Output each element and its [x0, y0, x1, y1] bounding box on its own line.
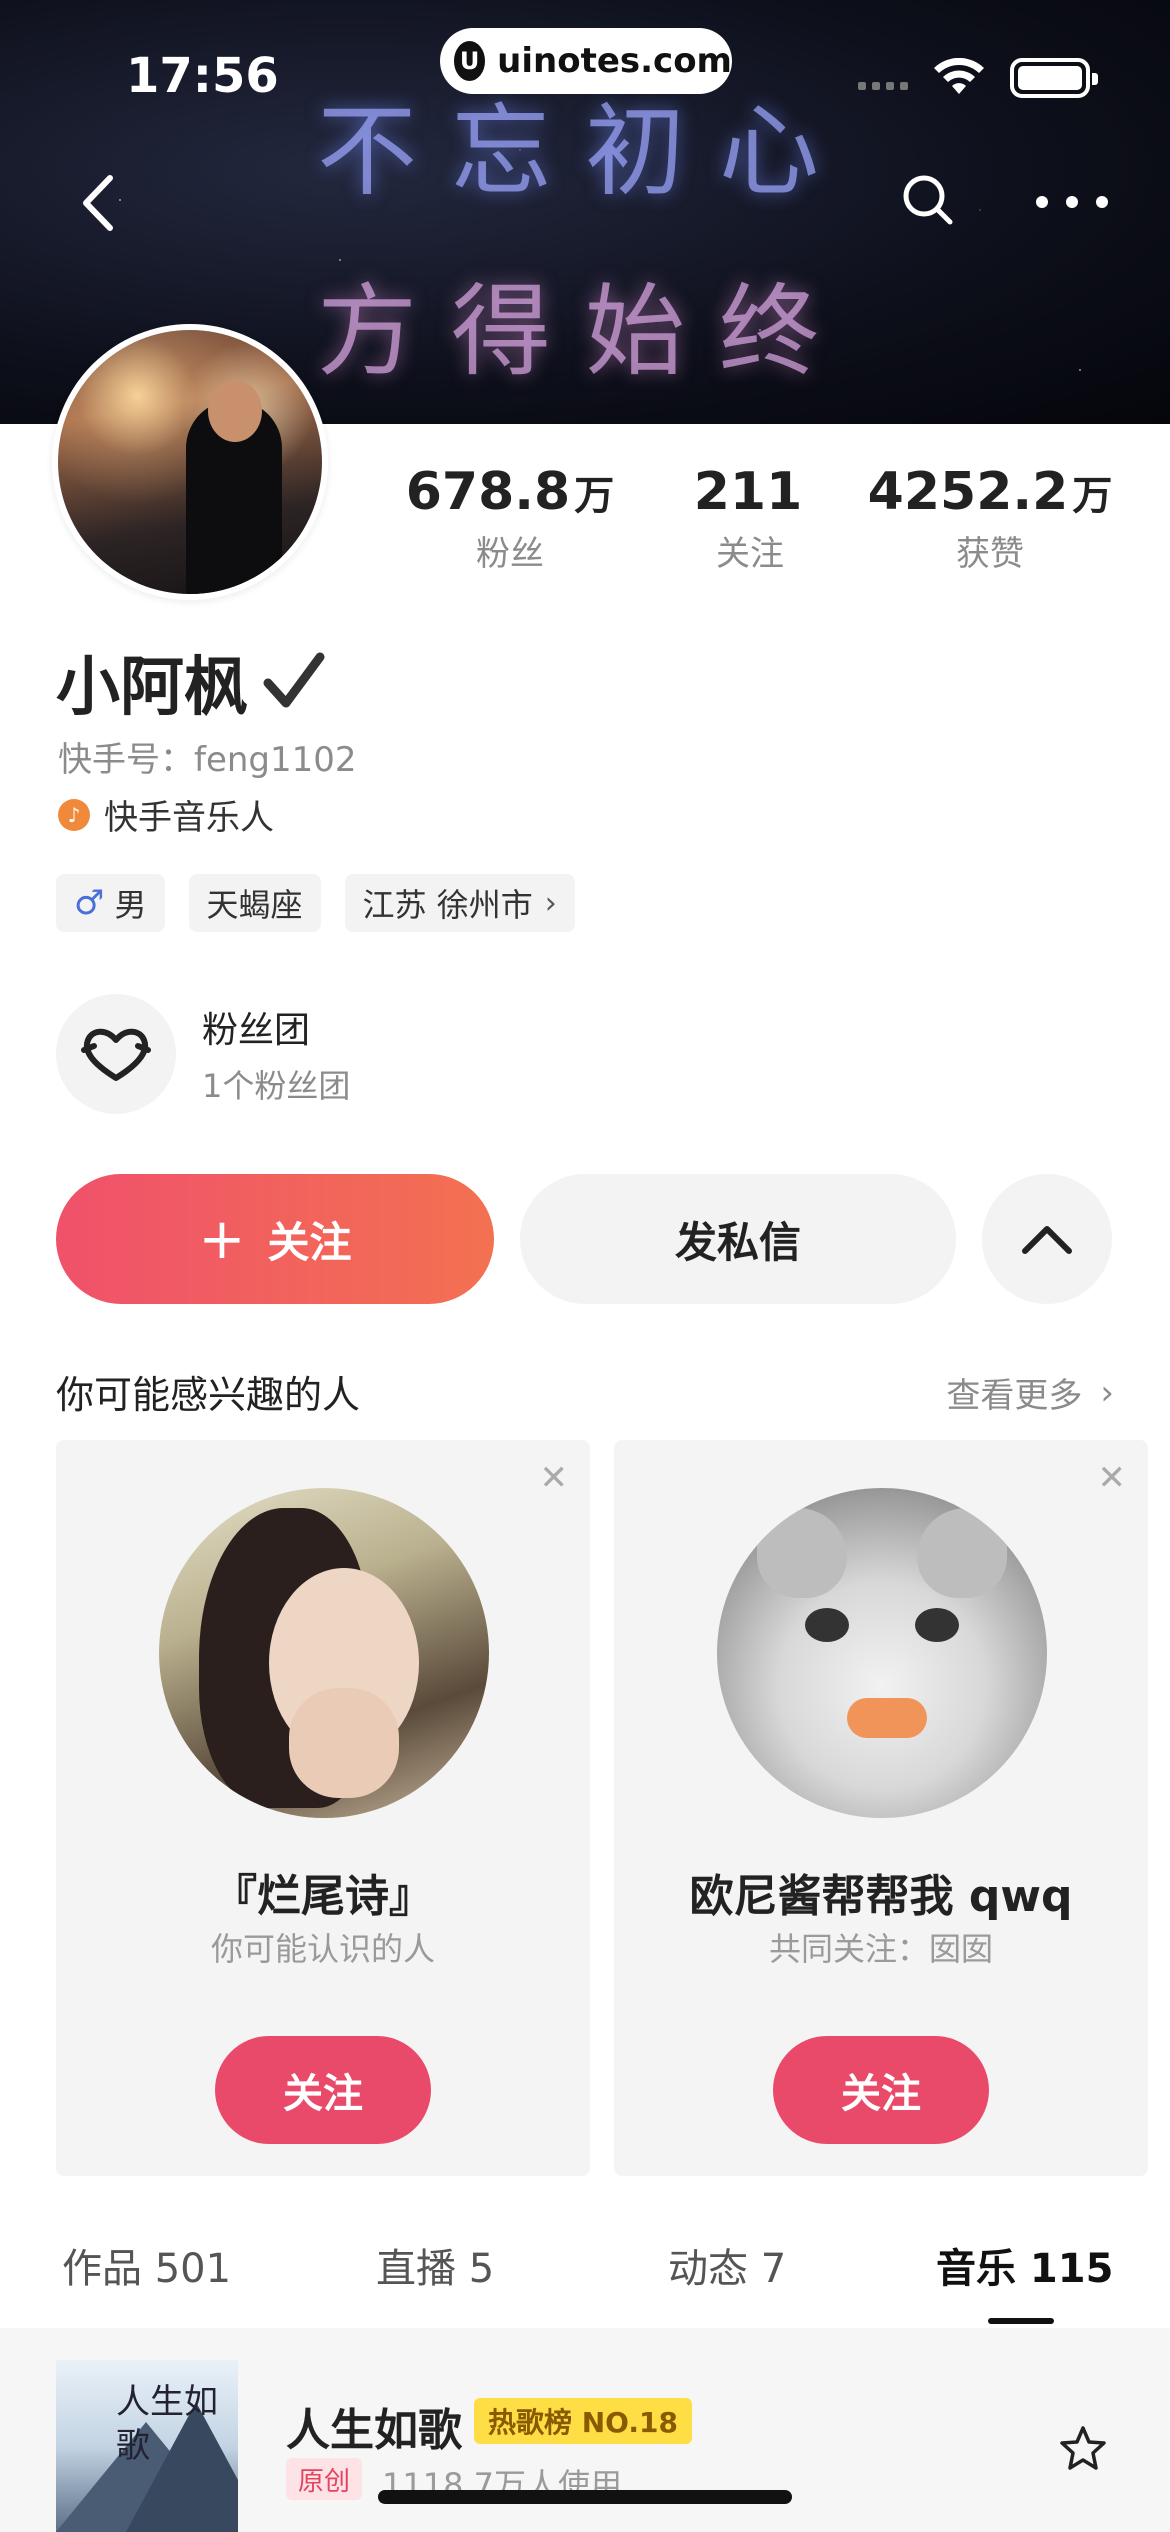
chevron-right-icon: › [544, 885, 557, 921]
profile-tags: ♂ 男 天蝎座 江苏 徐州市 › [56, 874, 575, 932]
search-icon[interactable] [898, 170, 958, 230]
stat-likes-unit: 万 [1072, 473, 1113, 519]
chevron-right-icon: › [1100, 1372, 1114, 1413]
stat-following-value: 211 [693, 462, 803, 522]
recommend-follow-button[interactable]: 关注 [773, 2036, 989, 2144]
recommend-avatar [717, 1488, 1047, 1818]
recommend-avatar [159, 1488, 489, 1818]
content-tabs: 作品 501 直播 5 动态 7 音乐 115 [0, 2236, 1170, 2328]
tag-zodiac-label: 天蝎座 [206, 886, 303, 924]
stat-likes-value: 4252.2 [867, 462, 1069, 522]
music-note-icon: ♪ [58, 798, 90, 831]
stat-fans-unit: 万 [574, 473, 615, 519]
collapse-button[interactable] [982, 1174, 1112, 1304]
chart-rank-badge: 热歌榜 NO.18 [474, 2398, 692, 2444]
verified-check-icon [263, 652, 325, 708]
wifi-icon [934, 58, 984, 94]
recommend-name: 欧尼酱帮帮我 qwq [689, 1871, 1073, 1922]
tag-gender-label: 男 [114, 886, 147, 924]
follow-button[interactable]: + 关注 [56, 1174, 494, 1304]
recommend-title: 你可能感兴趣的人 [56, 1373, 361, 1417]
more-icon[interactable] [1036, 190, 1108, 214]
battery-icon [1010, 58, 1098, 98]
stat-following[interactable]: 211 关注 [670, 462, 830, 575]
url-pill: U uinotes.com [440, 28, 732, 94]
star-icon[interactable] [1058, 2424, 1108, 2474]
recommend-see-more-label: 查看更多 [946, 1376, 1083, 1416]
music-person-row[interactable]: ♪ 快手音乐人 [58, 790, 274, 839]
recommend-reason: 你可能认识的人 [210, 1930, 435, 1968]
song-cover-text: 人生如歌 [116, 2382, 218, 2466]
heart-fan-club-icon [56, 994, 176, 1114]
original-badge: 原创 [286, 2458, 363, 2500]
tab-active-indicator [988, 2318, 1054, 2324]
avatar[interactable] [52, 324, 328, 600]
message-button[interactable]: 发私信 [520, 1174, 956, 1304]
url-text: uinotes.com [497, 41, 732, 81]
fan-club[interactable]: 粉丝团 1个粉丝团 [56, 994, 350, 1114]
music-person-label: 快手音乐人 [104, 798, 274, 838]
stat-fans-value: 678.8 [405, 462, 571, 522]
recommend-card[interactable]: ✕ 『烂尾诗』 你可能认识的人 关注 [56, 1440, 590, 2176]
tab-works[interactable]: 作品 501 [62, 2236, 231, 2294]
stat-likes[interactable]: 4252.2 万 获赞 [860, 462, 1120, 575]
chevron-up-icon [1022, 1226, 1072, 1254]
recommend-name: 『烂尾诗』 [213, 1871, 433, 1922]
status-time: 17:56 [126, 48, 279, 104]
fan-club-title: 粉丝团 [202, 1010, 311, 1051]
tab-moments[interactable]: 动态 7 [668, 2236, 786, 2294]
recommend-follow-button[interactable]: 关注 [215, 2036, 431, 2144]
male-icon: ♂ [74, 883, 105, 923]
close-icon[interactable]: ✕ [1098, 1458, 1127, 1498]
recommend-card[interactable]: ✕ 欧尼酱帮帮我 qwq 共同关注：囡囡 关注 [614, 1440, 1148, 2176]
fan-club-subtitle: 1个粉丝团 [202, 1067, 351, 1105]
tag-location-label: 江苏 徐州市 [362, 886, 533, 924]
song-cover[interactable]: 人生如歌 [56, 2360, 238, 2532]
tag-gender: ♂ 男 [56, 874, 165, 932]
song-title[interactable]: 人生如歌 [286, 2394, 462, 2458]
tab-music[interactable]: 音乐 115 [936, 2236, 1113, 2294]
profile-name: 小阿枫 [56, 651, 248, 725]
uinotes-logo-icon: U [454, 41, 486, 81]
recommend-reason: 共同关注：囡囡 [768, 1930, 993, 1968]
stat-likes-label: 获赞 [956, 534, 1024, 574]
stat-following-label: 关注 [716, 534, 784, 574]
stat-fans-label: 粉丝 [476, 534, 544, 574]
name-row: 小阿枫 [56, 636, 326, 728]
kuaishou-id: 快手号：feng1102 [58, 740, 357, 780]
tag-zodiac: 天蝎座 [188, 874, 321, 932]
plus-icon: + [198, 1206, 246, 1272]
tag-location[interactable]: 江苏 徐州市 › [344, 874, 575, 932]
back-icon[interactable] [70, 168, 130, 238]
home-indicator [378, 2490, 792, 2504]
avatar-image [58, 330, 322, 594]
follow-button-label: 关注 [267, 1217, 352, 1267]
tab-live[interactable]: 直播 5 [376, 2236, 494, 2294]
recommend-see-more[interactable]: 查看更多 › [946, 1368, 1114, 1417]
stat-fans[interactable]: 678.8 万 粉丝 [400, 462, 620, 575]
close-icon[interactable]: ✕ [540, 1458, 569, 1498]
signal-icon [858, 82, 908, 90]
